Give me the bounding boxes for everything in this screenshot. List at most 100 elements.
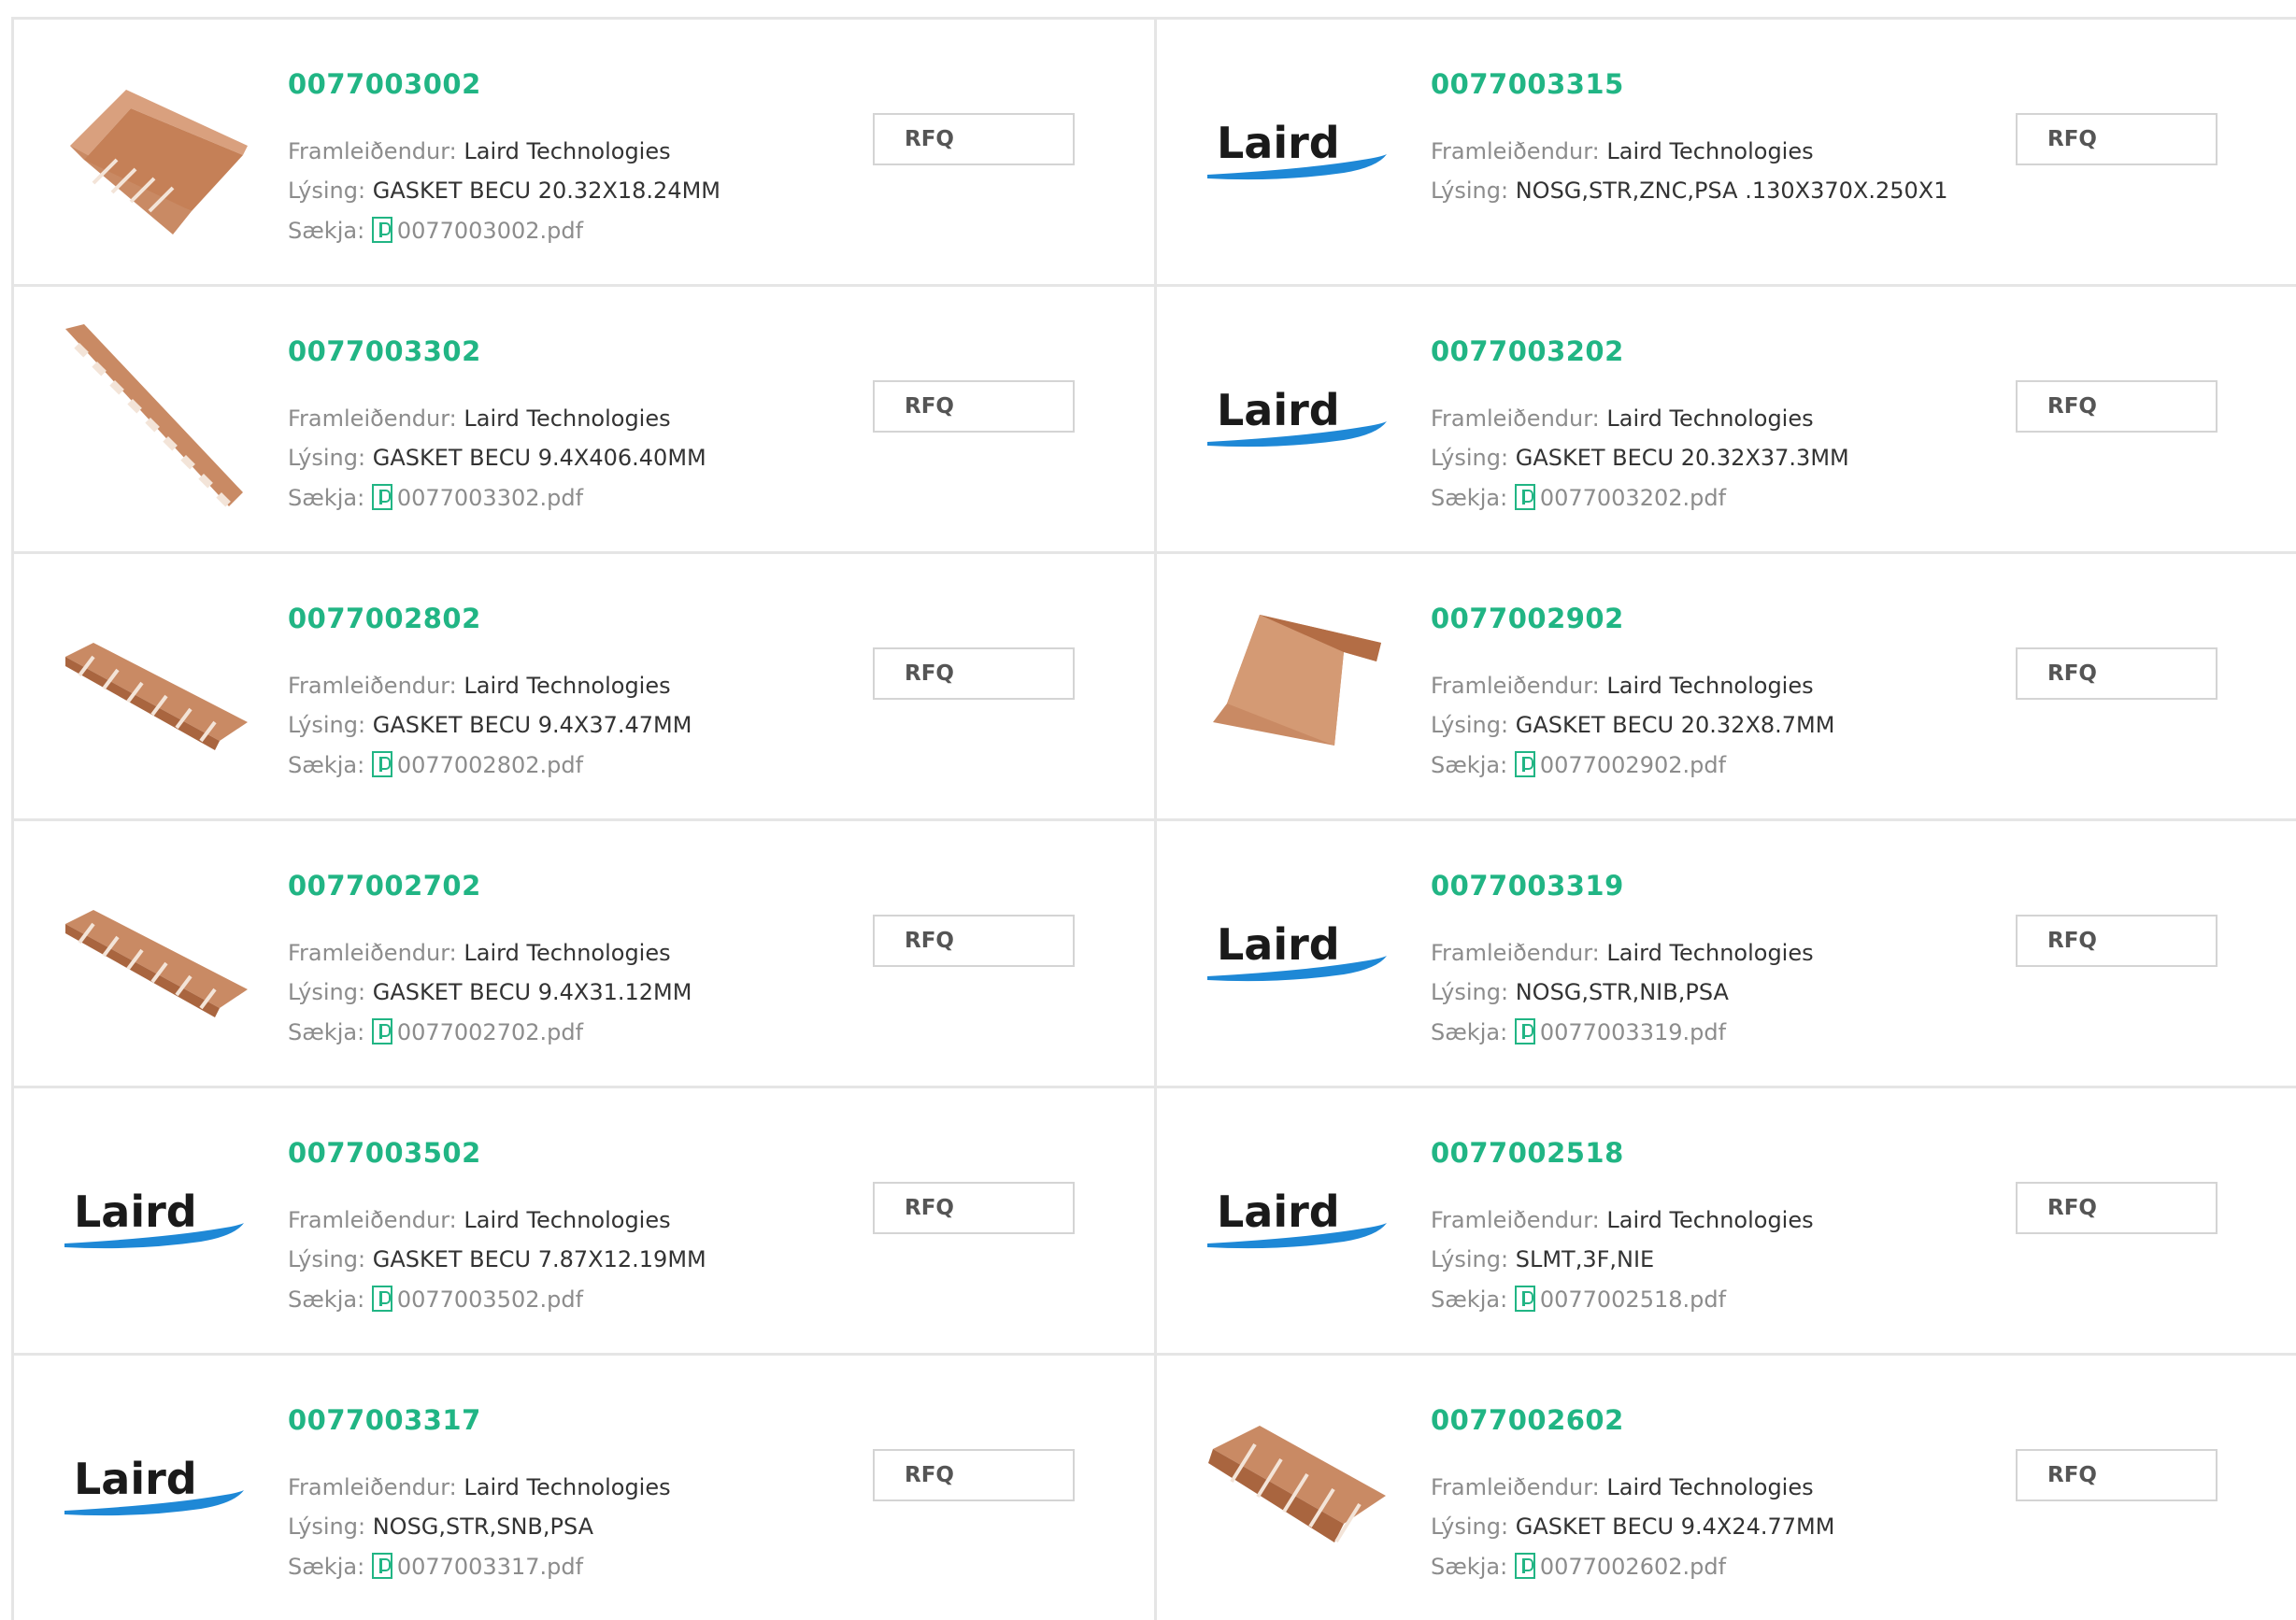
pdf-icon[interactable] — [1514, 1553, 1535, 1579]
part-number-link[interactable]: 0077003002 — [288, 68, 481, 100]
download-label: Sækja: — [288, 752, 365, 778]
pdf-icon[interactable] — [371, 484, 392, 510]
part-number-link[interactable]: 0077002602 — [1431, 1404, 1624, 1436]
product-image[interactable]: Laird — [61, 1126, 248, 1313]
product-image[interactable] — [61, 57, 248, 244]
description-value: NOSG,STR,ZNC,PSA .130X370X.250X1 — [1515, 178, 1948, 204]
rfq-button[interactable]: RFQ — [2016, 915, 2218, 967]
manufacturer-value: Laird Technologies — [463, 673, 671, 699]
datasheet-link[interactable]: 0077002518.pdf — [1540, 1286, 1726, 1313]
pdf-icon[interactable] — [371, 1018, 392, 1044]
product-image[interactable] — [1204, 1393, 1390, 1580]
product-image[interactable]: Laird — [1204, 859, 1390, 1045]
rfq-button[interactable]: RFQ — [873, 113, 1075, 165]
part-number-link[interactable]: 0077003317 — [288, 1404, 481, 1436]
product-image[interactable]: Laird — [61, 1393, 248, 1580]
datasheet-link[interactable]: 0077003302.pdf — [397, 485, 583, 511]
description-row: Lýsing: NOSG,STR,ZNC,PSA .130X370X.250X1 — [1431, 178, 1947, 204]
description-value: GASKET BECU 20.32X37.3MM — [1515, 445, 1849, 471]
manufacturer-value: Laird Technologies — [463, 940, 671, 966]
product-image[interactable]: Laird — [1204, 1126, 1390, 1313]
part-number-link[interactable]: 0077002702 — [288, 870, 481, 902]
datasheet-link[interactable]: 0077002602.pdf — [1540, 1554, 1726, 1580]
rfq-button[interactable]: RFQ — [2016, 380, 2218, 433]
part-number-link[interactable]: 0077003502 — [288, 1137, 481, 1169]
download-label: Sækja: — [1431, 1019, 1508, 1045]
gasket-wide-icon — [70, 90, 248, 234]
pdf-icon[interactable] — [371, 1286, 392, 1312]
pdf-icon[interactable] — [1514, 484, 1535, 510]
pdf-icon[interactable] — [1514, 1286, 1535, 1312]
datasheet-link[interactable]: 0077002702.pdf — [397, 1019, 583, 1045]
description-row: Lýsing: GASKET BECU 9.4X37.47MM — [288, 712, 692, 738]
part-number-link[interactable]: 0077003302 — [288, 335, 481, 367]
rfq-button[interactable]: RFQ — [873, 647, 1075, 700]
manufacturer-row: Framleiðendur: Laird Technologies — [288, 940, 671, 966]
description-row: Lýsing: SLMT,3F,NIE — [1431, 1246, 1654, 1272]
rfq-button[interactable]: RFQ — [2016, 113, 2218, 165]
product-image[interactable]: Laird — [1204, 324, 1390, 511]
datasheet-link[interactable]: 0077003202.pdf — [1540, 485, 1726, 511]
part-number-link[interactable]: 0077003202 — [1431, 335, 1624, 367]
manufacturer-row: Framleiðendur: Laird Technologies — [288, 673, 671, 699]
datasheet-link[interactable]: 0077003317.pdf — [397, 1554, 583, 1580]
download-row: Sækja: 0077002902.pdf — [1431, 751, 1726, 778]
description-value: NOSG,STR,SNB,PSA — [372, 1513, 594, 1540]
part-number-link[interactable]: 0077003315 — [1431, 68, 1624, 100]
download-row: Sækja: 0077003502.pdf — [288, 1286, 583, 1313]
pdf-icon[interactable] — [371, 751, 392, 777]
datasheet-link[interactable]: 0077002802.pdf — [397, 752, 583, 778]
pdf-icon[interactable] — [1514, 751, 1535, 777]
download-label: Sækja: — [1431, 485, 1508, 511]
laird-logo-icon: Laird — [64, 1187, 244, 1249]
pdf-icon[interactable] — [1514, 1018, 1535, 1044]
manufacturer-row: Framleiðendur: Laird Technologies — [288, 1207, 671, 1233]
description-label: Lýsing: — [288, 445, 366, 471]
rfq-button[interactable]: RFQ — [2016, 1182, 2218, 1234]
product-card: Laird 0077003319 Framleiðendur: Laird Tech… — [1157, 818, 2296, 1086]
download-row: Sækja: 0077003302.pdf — [288, 484, 583, 511]
manufacturer-label: Framleiðendur: — [288, 940, 457, 966]
rfq-button[interactable]: RFQ — [873, 1182, 1075, 1234]
description-value: GASKET BECU 20.32X8.7MM — [1515, 712, 1835, 738]
description-row: Lýsing: GASKET BECU 20.32X18.24MM — [288, 178, 720, 204]
description-row: Lýsing: GASKET BECU 9.4X406.40MM — [288, 445, 706, 471]
product-image[interactable] — [61, 591, 248, 778]
description-label: Lýsing: — [1431, 1246, 1509, 1272]
download-label: Sækja: — [1431, 752, 1508, 778]
rfq-button[interactable]: RFQ — [873, 915, 1075, 967]
download-label: Sækja: — [1431, 1554, 1508, 1580]
svg-text:Laird: Laird — [1217, 118, 1340, 168]
description-row: Lýsing: GASKET BECU 20.32X8.7MM — [1431, 712, 1834, 738]
datasheet-link[interactable]: 0077003502.pdf — [397, 1286, 583, 1313]
manufacturer-value: Laird Technologies — [463, 405, 671, 432]
rfq-button[interactable]: RFQ — [2016, 647, 2218, 700]
datasheet-link[interactable]: 0077003319.pdf — [1540, 1019, 1726, 1045]
product-image[interactable]: Laird — [1204, 57, 1390, 244]
manufacturer-row: Framleiðendur: Laird Technologies — [1431, 940, 1814, 966]
svg-text:Laird: Laird — [1217, 919, 1340, 970]
manufacturer-label: Framleiðendur: — [288, 138, 457, 164]
manufacturer-value: Laird Technologies — [1606, 405, 1814, 432]
manufacturer-label: Framleiðendur: — [1431, 138, 1600, 164]
description-label: Lýsing: — [288, 979, 366, 1005]
svg-text:Laird: Laird — [74, 1454, 197, 1504]
rfq-button[interactable]: RFQ — [2016, 1449, 2218, 1501]
rfq-button[interactable]: RFQ — [873, 380, 1075, 433]
part-number-link[interactable]: 0077002518 — [1431, 1137, 1624, 1169]
part-number-link[interactable]: 0077003319 — [1431, 870, 1624, 902]
product-image[interactable] — [61, 324, 248, 511]
product-image[interactable] — [61, 859, 248, 1045]
description-label: Lýsing: — [1431, 178, 1509, 204]
part-number-link[interactable]: 0077002902 — [1431, 603, 1624, 634]
description-row: Lýsing: NOSG,STR,SNB,PSA — [288, 1513, 593, 1540]
description-value: SLMT,3F,NIE — [1515, 1246, 1655, 1272]
part-number-link[interactable]: 0077002802 — [288, 603, 481, 634]
rfq-button[interactable]: RFQ — [873, 1449, 1075, 1501]
pdf-icon[interactable] — [371, 217, 392, 243]
datasheet-link[interactable]: 0077003002.pdf — [397, 218, 583, 244]
datasheet-link[interactable]: 0077002902.pdf — [1540, 752, 1726, 778]
manufacturer-value: Laird Technologies — [463, 1474, 671, 1500]
pdf-icon[interactable] — [371, 1553, 392, 1579]
product-image[interactable] — [1204, 591, 1390, 778]
